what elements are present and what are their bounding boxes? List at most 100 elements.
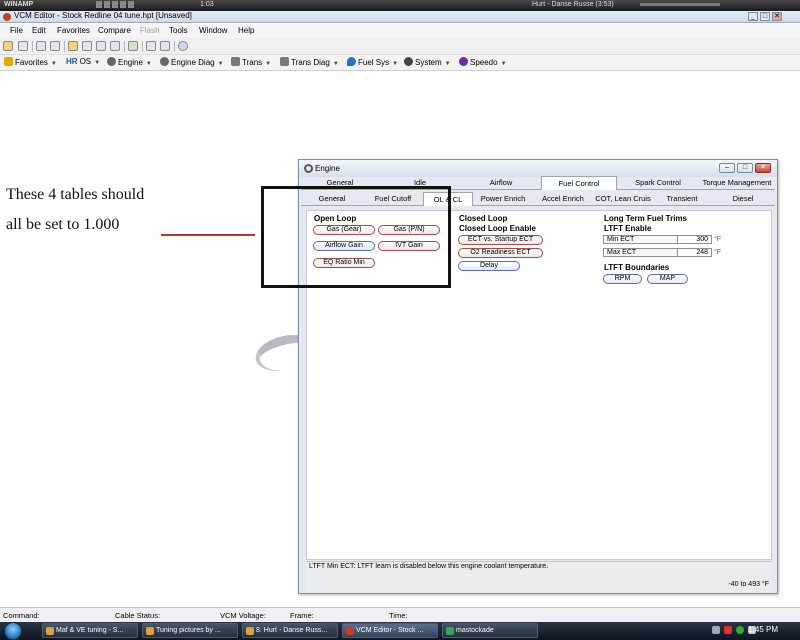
task-tuning-pictures[interactable]: Tuning pictures by ... — [142, 623, 238, 638]
icon-toolbar — [0, 38, 800, 55]
status-frame: Frame: — [290, 611, 314, 620]
star-icon — [4, 57, 13, 66]
menu-edit[interactable]: Edit — [32, 26, 46, 35]
closed-loop-enable-heading: Closed Loop Enable — [459, 224, 536, 233]
maximize-button[interactable]: □ — [760, 12, 770, 21]
close-button[interactable]: ✕ — [772, 12, 782, 21]
chevron-down-icon: ▼ — [392, 61, 399, 67]
chevron-down-icon: ▼ — [217, 61, 224, 67]
menu-compare[interactable]: Compare — [98, 26, 131, 35]
nav-engine[interactable]: Engine ▼ — [107, 57, 152, 67]
fuel-drop-icon — [347, 57, 356, 66]
flash-read-icon[interactable] — [146, 41, 156, 51]
subtab-accel-enrich[interactable]: Accel Enrich — [533, 192, 593, 206]
copy-icon[interactable] — [50, 41, 60, 51]
closed-loop-heading: Closed Loop — [459, 214, 508, 223]
min-ect-unit: °F — [714, 236, 722, 243]
tray-icon[interactable] — [724, 626, 732, 634]
ltft-enable-heading: LTFT Enable — [604, 224, 652, 233]
speedo-icon — [459, 57, 468, 66]
os-icon: HR — [66, 57, 78, 66]
flash-write-icon[interactable] — [160, 41, 170, 51]
vcm-icon — [346, 627, 354, 635]
engine-minimize-button[interactable]: ‒ — [719, 163, 735, 173]
trans-diag-icon — [280, 57, 289, 66]
nav-trans[interactable]: Trans ▼ — [231, 57, 271, 67]
parameter-description: LTFT Min ECT: LTFT learn is disabled bel… — [309, 563, 549, 570]
ltft-boundaries-heading: LTFT Boundaries — [604, 263, 670, 272]
nav-fuel-sys-label: Fuel Sys — [358, 58, 390, 67]
chevron-down-icon: ▼ — [94, 60, 101, 66]
network-icon[interactable] — [736, 626, 744, 634]
nav-engine-label: Engine — [118, 58, 143, 67]
tray-icon[interactable] — [712, 626, 720, 634]
engine-title-bar[interactable]: Engine ‒ □ ✕ — [299, 160, 777, 177]
menu-flash[interactable]: Flash — [140, 26, 160, 35]
gear-icon — [304, 164, 313, 173]
nav-os[interactable]: HR OS ▼ — [66, 57, 100, 66]
menu-tools[interactable]: Tools — [169, 26, 188, 35]
engine-title: Engine — [315, 164, 340, 173]
subtab-power-enrich[interactable]: Power Enrich — [473, 192, 533, 206]
table-icon[interactable] — [82, 41, 92, 51]
engine-close-button[interactable]: ✕ — [755, 163, 771, 173]
nav-system[interactable]: System ▼ — [404, 57, 451, 67]
task-winamp[interactable]: 8. Hurt - Danse Russ... — [242, 623, 338, 638]
winamp-track: Hurt - Danse Russe (3:53) — [532, 1, 614, 8]
subtab-cot-lean-cruise[interactable]: COT, Lean Cruis — [593, 192, 653, 206]
minimize-button[interactable]: _ — [748, 12, 758, 21]
task-label: Tuning pictures by ... — [156, 627, 221, 634]
start-button[interactable] — [4, 622, 22, 640]
tab-fuel-control[interactable]: Fuel Control — [541, 176, 617, 190]
system-icon — [404, 57, 413, 66]
tab-torque-management[interactable]: Torque Management — [699, 176, 775, 190]
toolbar-separator — [124, 41, 125, 52]
nav-fuel-sys[interactable]: Fuel Sys ▼ — [347, 57, 398, 67]
window-title: VCM Editor - Stock Redline 04 tune.hpt [… — [14, 11, 192, 20]
folder-icon[interactable] — [68, 41, 78, 51]
open-folder-icon[interactable] — [3, 41, 13, 51]
menu-help[interactable]: Help — [238, 26, 254, 35]
max-ect-unit: °F — [714, 249, 722, 256]
ect-vs-startup-ect-button[interactable]: ECT vs. Startup ECT — [458, 235, 543, 245]
subtab-transient[interactable]: Transient — [653, 192, 711, 206]
task-label: 8. Hurt - Danse Russ... — [256, 627, 328, 634]
min-ect-value[interactable]: 300 — [677, 235, 712, 244]
o2-readiness-ect-button[interactable]: O2 Readiness ECT — [458, 248, 543, 258]
menu-window[interactable]: Window — [199, 26, 227, 35]
stop-icon[interactable] — [120, 1, 126, 8]
info-icon[interactable] — [178, 41, 188, 51]
max-ect-value[interactable]: 248 — [677, 248, 712, 257]
menu-favorites[interactable]: Favorites — [57, 26, 90, 35]
table2-icon[interactable] — [96, 41, 106, 51]
delay-button[interactable]: Delay — [458, 261, 520, 271]
clock[interactable]: 1:45 PM — [748, 625, 778, 634]
prev-icon[interactable] — [96, 1, 102, 8]
tab-spark-control[interactable]: Spark Control — [617, 176, 699, 190]
nav-engine-diag[interactable]: Engine Diag ▼ — [160, 57, 224, 67]
subtab-diesel[interactable]: Diesel — [711, 192, 775, 206]
status-command: Command: — [3, 611, 40, 620]
save-icon[interactable] — [18, 41, 28, 51]
winamp-seek-slider[interactable] — [640, 3, 720, 6]
task-vcm-editor[interactable]: VCM Editor - Stock ... — [342, 623, 438, 638]
menu-file[interactable]: File — [10, 26, 23, 35]
task-mastockade[interactable]: mastockade — [442, 623, 538, 638]
play-icon[interactable] — [104, 1, 110, 8]
document-icon[interactable] — [36, 41, 46, 51]
nav-trans-diag[interactable]: Trans Diag ▼ — [280, 57, 339, 67]
compare-icon[interactable] — [128, 41, 138, 51]
table3-icon[interactable] — [110, 41, 120, 51]
winamp-time: 1:03 — [200, 1, 214, 8]
next-icon[interactable] — [128, 1, 134, 8]
rpm-button[interactable]: RPM — [603, 274, 642, 284]
annotation-highlight-box — [261, 186, 451, 288]
engine-maximize-button[interactable]: □ — [737, 163, 753, 173]
nav-favorites[interactable]: Favorites ▼ — [4, 57, 57, 67]
tab-airflow[interactable]: Airflow — [461, 176, 541, 190]
pause-icon[interactable] — [112, 1, 118, 8]
task-maf-ve-tuning[interactable]: Maf & VE tuning - S... — [42, 623, 138, 638]
map-button[interactable]: MAP — [647, 274, 688, 284]
toolbar-separator — [64, 41, 65, 52]
nav-speedo[interactable]: Speedo ▼ — [459, 57, 507, 67]
